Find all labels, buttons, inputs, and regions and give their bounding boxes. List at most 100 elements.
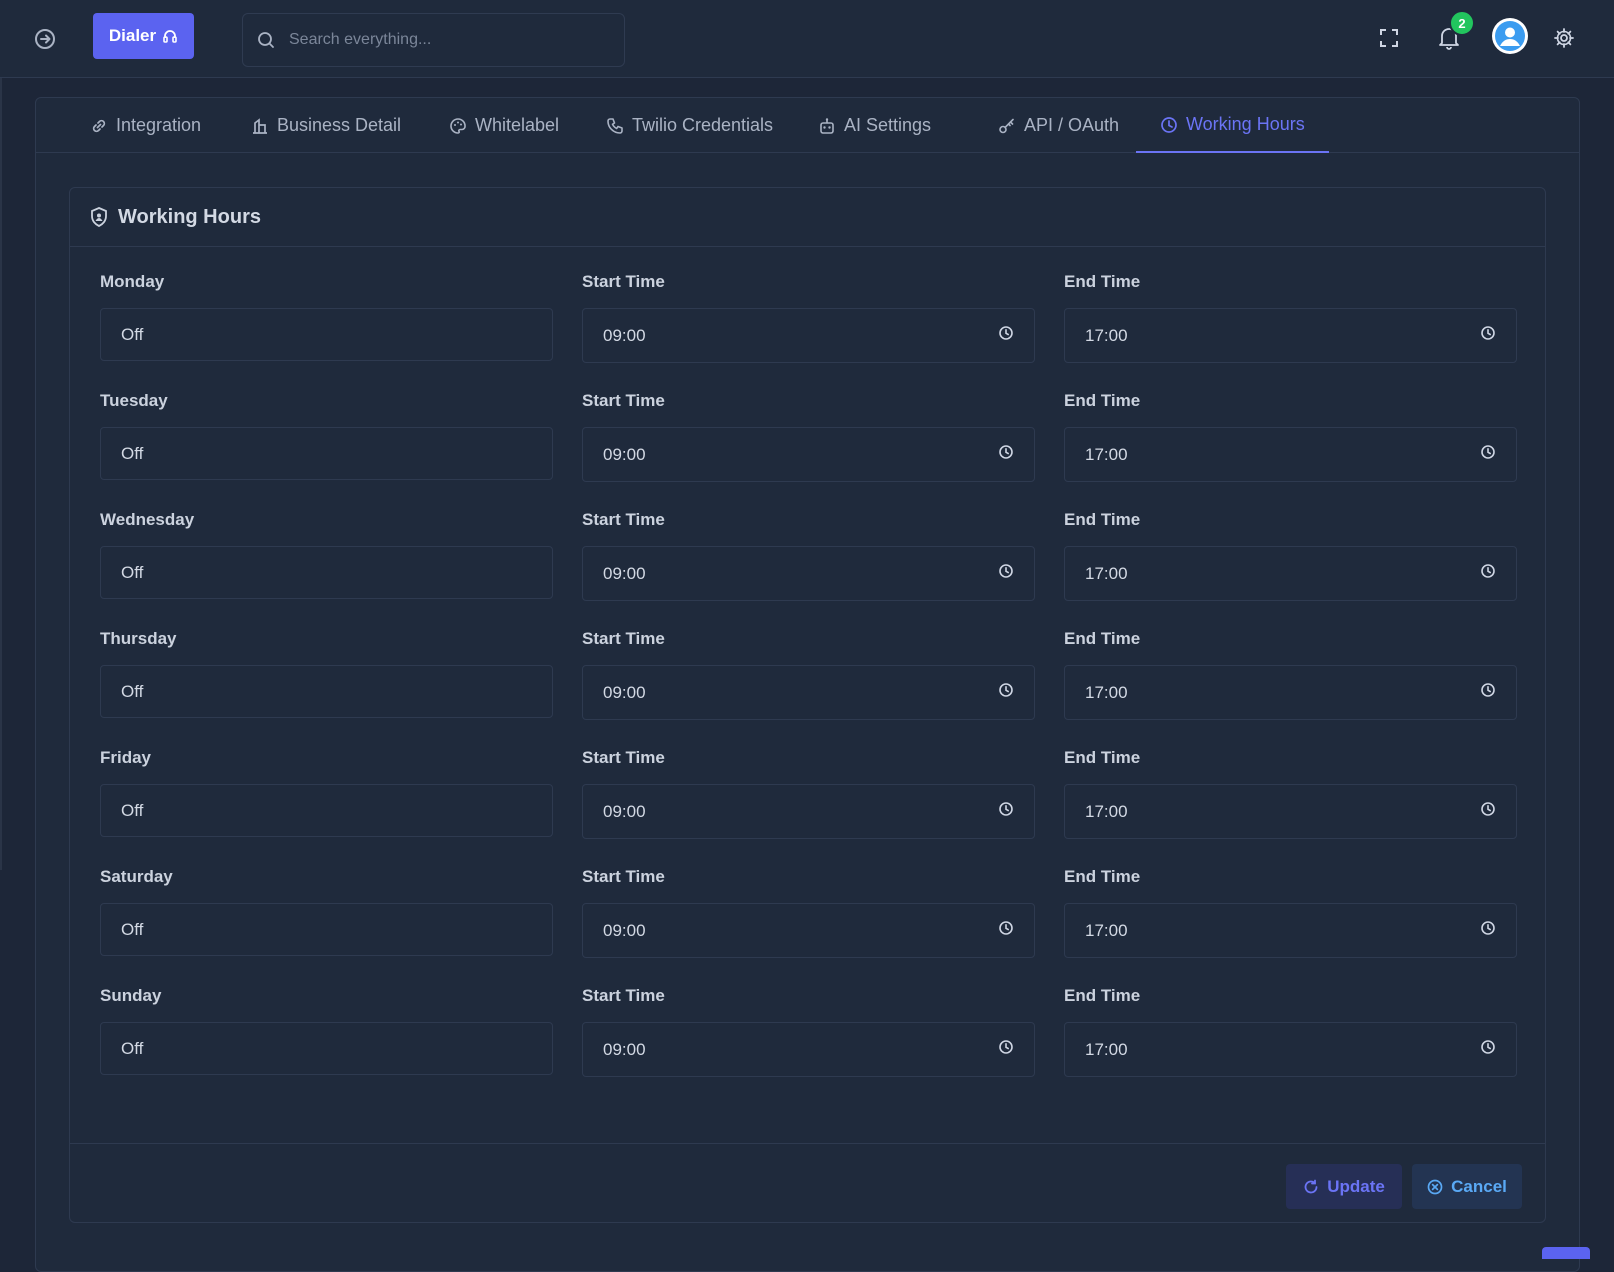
clock-icon[interactable] (998, 682, 1014, 703)
tab-label: Whitelabel (475, 115, 560, 135)
tab-whitelabel[interactable]: Whitelabel (425, 98, 583, 153)
clock-icon[interactable] (1480, 444, 1496, 465)
day-status-select[interactable]: Off (100, 546, 553, 599)
search-box[interactable] (242, 13, 625, 67)
start-time-column: Start Time 09:00 (582, 272, 1035, 363)
end-time-column: End Time 17:00 (1064, 629, 1517, 720)
start-time-input[interactable]: 09:00 (582, 546, 1035, 601)
clock-icon[interactable] (1480, 801, 1496, 822)
day-label: Thursday (100, 629, 177, 648)
update-button[interactable]: Update (1286, 1164, 1402, 1209)
clock-icon[interactable] (1480, 325, 1496, 346)
tab-label: AI Settings (844, 115, 932, 135)
end-time-value: 17:00 (1085, 325, 1128, 345)
settings-tabs: Integration Business Detail Whitelabel T… (36, 98, 1579, 153)
cancel-button[interactable]: Cancel (1412, 1164, 1522, 1209)
tab-integration[interactable]: Integration (66, 98, 225, 153)
end-time-input[interactable]: 17:00 (1064, 1022, 1517, 1077)
day-status-select[interactable]: Off (100, 1022, 553, 1075)
clock-icon[interactable] (1480, 920, 1496, 941)
end-time-column: End Time 17:00 (1064, 391, 1517, 482)
gear-icon[interactable] (1548, 22, 1580, 54)
day-status-select[interactable]: Off (100, 903, 553, 956)
tab-working-hours[interactable]: Working Hours (1136, 98, 1329, 153)
end-time-label: End Time (1064, 748, 1141, 767)
shield-icon (91, 207, 107, 227)
start-time-input[interactable]: 09:00 (582, 1022, 1035, 1077)
end-time-input[interactable]: 17:00 (1064, 546, 1517, 601)
status-value: Off (121, 919, 144, 939)
day-status-select[interactable]: Off (100, 427, 553, 480)
search-icon (258, 32, 274, 48)
end-time-label: End Time (1064, 867, 1141, 886)
refresh-icon (1304, 1179, 1318, 1193)
end-time-label: End Time (1064, 629, 1141, 648)
status-value: Off (121, 562, 144, 582)
notification-badge: 2 (1449, 10, 1475, 36)
avatar[interactable] (1492, 18, 1528, 54)
start-time-column: Start Time 09:00 (582, 867, 1035, 958)
start-time-label: Start Time (582, 986, 665, 1005)
clock-icon[interactable] (1480, 563, 1496, 584)
clock-icon[interactable] (1480, 682, 1496, 703)
end-time-column: End Time 17:00 (1064, 272, 1517, 363)
day-status-select[interactable]: Off (100, 665, 553, 718)
end-time-value: 17:00 (1085, 563, 1128, 583)
start-time-input[interactable]: 09:00 (582, 427, 1035, 482)
end-time-input[interactable]: 17:00 (1064, 903, 1517, 958)
robot-icon (820, 117, 834, 134)
day-column: Saturday Off (100, 867, 553, 956)
scroll-top-button[interactable] (1542, 1247, 1590, 1259)
status-value: Off (121, 324, 144, 344)
day-row: Monday Off Start Time 09:00 End Time 17:00 (100, 272, 1520, 391)
clock-icon[interactable] (1480, 1039, 1496, 1060)
day-column: Monday Off (100, 272, 553, 361)
end-time-input[interactable]: 17:00 (1064, 784, 1517, 839)
search-input[interactable] (289, 31, 589, 49)
building-icon (253, 117, 267, 134)
end-time-input[interactable]: 17:00 (1064, 427, 1517, 482)
end-time-input[interactable]: 17:00 (1064, 308, 1517, 363)
start-time-column: Start Time 09:00 (582, 748, 1035, 839)
clock-icon[interactable] (998, 563, 1014, 584)
cancel-label: Cancel (1451, 1176, 1507, 1196)
start-time-column: Start Time 09:00 (582, 391, 1035, 482)
clock-icon[interactable] (998, 1039, 1014, 1060)
top-bar: Dialer 2 (0, 0, 1614, 78)
update-label: Update (1327, 1176, 1385, 1196)
end-time-value: 17:00 (1085, 682, 1128, 702)
start-time-value: 09:00 (603, 920, 646, 940)
day-status-select[interactable]: Off (100, 784, 553, 837)
phone-icon (607, 117, 623, 134)
end-time-column: End Time 17:00 (1064, 510, 1517, 601)
tab-ai-settings[interactable]: AI Settings (794, 98, 955, 153)
dialer-button[interactable]: Dialer (93, 13, 194, 59)
status-value: Off (121, 443, 144, 463)
fullscreen-icon[interactable] (1373, 22, 1405, 54)
clock-icon[interactable] (998, 801, 1014, 822)
start-time-input[interactable]: 09:00 (582, 308, 1035, 363)
start-time-input[interactable]: 09:00 (582, 784, 1035, 839)
tab-business-detail[interactable]: Business Detail (227, 98, 425, 153)
end-time-label: End Time (1064, 510, 1141, 529)
tab-label: Integration (116, 115, 202, 135)
end-time-input[interactable]: 17:00 (1064, 665, 1517, 720)
start-time-input[interactable]: 09:00 (582, 665, 1035, 720)
start-time-value: 09:00 (603, 563, 646, 583)
end-time-value: 17:00 (1085, 801, 1128, 821)
clock-icon[interactable] (998, 444, 1014, 465)
close-circle-icon (1427, 1179, 1443, 1194)
tab-api-oauth[interactable]: API / OAuth (974, 98, 1143, 153)
day-status-select[interactable]: Off (100, 308, 553, 361)
end-time-label: End Time (1064, 391, 1141, 410)
start-time-input[interactable]: 09:00 (582, 903, 1035, 958)
clock-icon[interactable] (998, 920, 1014, 941)
clock-icon[interactable] (998, 325, 1014, 346)
end-time-value: 17:00 (1085, 1039, 1128, 1059)
start-time-label: Start Time (582, 867, 665, 886)
sidebar-toggle-icon[interactable] (31, 25, 59, 53)
tab-twilio-credentials[interactable]: Twilio Credentials (582, 98, 797, 153)
end-time-label: End Time (1064, 986, 1141, 1005)
status-value: Off (121, 1038, 144, 1058)
sidebar-edge (0, 78, 2, 870)
